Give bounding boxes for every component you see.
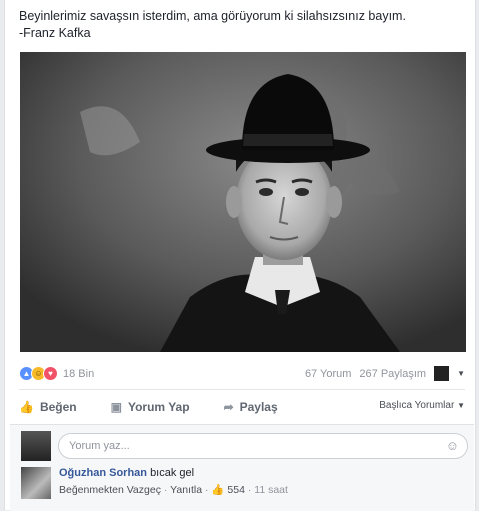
comment-order-label: Başlıca Yorumlar <box>379 400 455 411</box>
thumbs-up-icon: 👍 <box>19 400 34 414</box>
comment-count[interactable]: 67 Yorum <box>305 368 351 380</box>
quote-line: Beyinlerimiz savaşsın isterdim, ama görü… <box>19 9 406 23</box>
post-text: Beyinlerimiz savaşsın isterdim, ama görü… <box>19 8 459 42</box>
comment-meta: Beğenmekten Vazgeç · Yanıtla · 👍 554 · 1… <box>59 484 288 496</box>
chevron-down-icon[interactable]: ▼ <box>457 369 465 378</box>
like-button[interactable]: 👍 Beğen <box>19 400 77 414</box>
commenter-avatar[interactable] <box>21 467 51 499</box>
reply-link[interactable]: Yanıtla <box>170 484 202 496</box>
page-avatar-icon[interactable] <box>434 366 450 381</box>
comment-like-count[interactable]: 554 <box>227 484 245 496</box>
chevron-down-icon: ▼ <box>457 401 465 410</box>
stats-right: 67 Yorum 267 Paylaşım ▼ <box>305 366 465 381</box>
comment-icon: ▣ <box>110 400 122 414</box>
comment-section: Yorum yaz... ☺ Oğuzhan Sorhan bıcak gel … <box>10 424 474 511</box>
love-reaction-icon: ♥ <box>43 366 58 381</box>
thumbs-up-icon: 👍 <box>211 484 225 496</box>
comment-text: bıcak gel <box>150 467 195 479</box>
like-label: Beğen <box>39 400 77 414</box>
share-label: Paylaş <box>239 400 278 414</box>
reactions-summary[interactable]: ▲ ☺ ♥ 18 Bin <box>19 366 94 381</box>
share-icon: ➦ <box>223 400 234 414</box>
emoji-icon[interactable]: ☺ <box>446 438 459 453</box>
post-stats: ▲ ☺ ♥ 18 Bin 67 Yorum 267 Paylaşım ▼ <box>19 364 465 386</box>
comment-input[interactable]: Yorum yaz... ☺ <box>58 433 468 459</box>
unlike-link[interactable]: Beğenmekten Vazgeç <box>59 484 161 496</box>
comment-time[interactable]: 11 saat <box>254 484 288 496</box>
quote-author: -Franz Kafka <box>19 26 91 40</box>
comment-label: Yorum Yap <box>127 400 190 414</box>
kafka-portrait-image <box>20 52 466 352</box>
avatar[interactable] <box>21 431 51 461</box>
post-card: Beyinlerimiz savaşsın isterdim, ama görü… <box>4 0 476 511</box>
share-count[interactable]: 267 Paylaşım <box>359 368 426 380</box>
post-photo[interactable] <box>20 52 466 352</box>
comment-button[interactable]: ▣ Yorum Yap <box>111 400 190 414</box>
divider <box>19 389 465 390</box>
comment-body: Oğuzhan Sorhan bıcak gel Beğenmekten Vaz… <box>59 467 288 496</box>
comment-order-dropdown[interactable]: Başlıca Yorumlar ▼ <box>379 400 465 411</box>
share-button[interactable]: ➦ Paylaş <box>224 400 278 414</box>
comment-placeholder: Yorum yaz... <box>69 440 130 452</box>
action-bar: 👍 Beğen ▣ Yorum Yap ➦ Paylaş Başlıca Yor… <box>19 394 465 420</box>
reaction-count[interactable]: 18 Bin <box>63 368 94 380</box>
comment-author[interactable]: Oğuzhan Sorhan <box>59 467 147 479</box>
